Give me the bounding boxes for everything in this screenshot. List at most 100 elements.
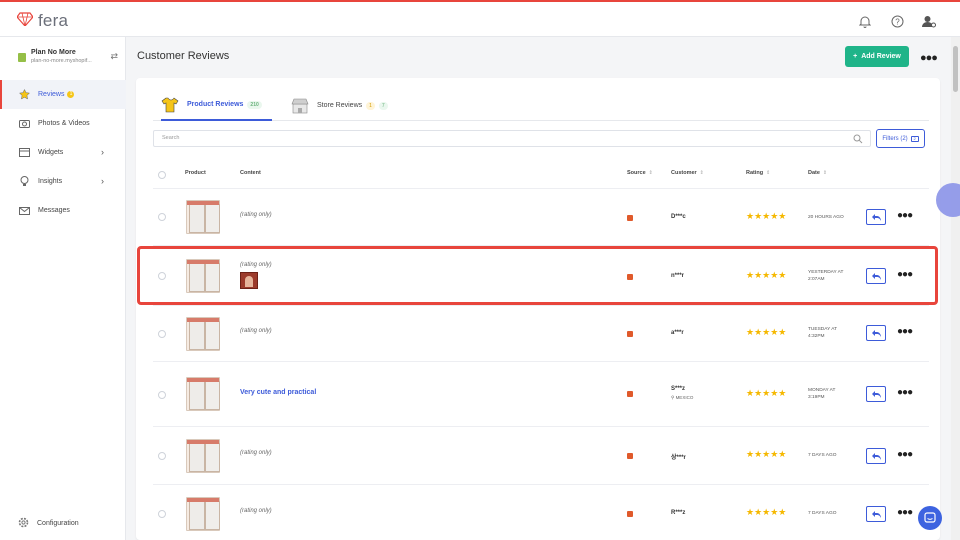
product-thumbnail[interactable] (186, 377, 220, 411)
tshirt-icon (161, 97, 179, 112)
tab-store-reviews[interactable]: Store Reviews 1 7 (291, 90, 388, 121)
shopify-source-icon (627, 215, 633, 221)
row-checkbox[interactable] (158, 452, 166, 460)
review-tabs: Product Reviews 210 Store Reviews 1 7 (153, 90, 929, 121)
filters-count: 2 (910, 135, 919, 142)
swap-icon[interactable]: ⇄ (110, 51, 118, 62)
scrollbar-track[interactable] (951, 37, 960, 540)
help-icon[interactable]: ? (888, 12, 906, 30)
header-date-label: Date (808, 170, 820, 176)
search-icon[interactable] (853, 134, 863, 144)
more-options-icon[interactable]: ●●● (920, 52, 938, 64)
header-rating[interactable]: Rating ⇕ (746, 170, 770, 176)
rating-stars: ★★★★★ (746, 211, 787, 221)
chevron-right-icon: › (101, 147, 104, 157)
header-rating-label: Rating (746, 170, 764, 176)
add-review-label: Add Review (861, 53, 901, 60)
row-checkbox[interactable] (158, 510, 166, 518)
reply-button[interactable] (866, 448, 886, 464)
sort-icon: ⇕ (648, 170, 653, 176)
review-content: (rating only) (240, 508, 272, 514)
row-checkbox[interactable] (158, 330, 166, 338)
row-more-icon[interactable]: ●●● (897, 387, 913, 398)
sidebar-item-label: Photos & Videos (38, 120, 90, 127)
date-line: 7 DAYS AGO (808, 511, 837, 516)
review-content: (rating only) (240, 212, 272, 218)
reply-icon (871, 510, 881, 518)
reply-button[interactable] (866, 209, 886, 225)
sidebar-item-configuration[interactable]: Configuration (18, 517, 79, 530)
product-thumbnail[interactable] (186, 317, 220, 351)
row-more-icon[interactable]: ●●● (897, 507, 913, 518)
customer-name[interactable]: 상***r (671, 452, 686, 461)
table-header: Product Content Source ⇕ Customer ⇕ Rating… (153, 162, 929, 189)
search-input[interactable]: Search (153, 130, 871, 147)
fera-logo[interactable]: fera (16, 11, 68, 31)
sidebar-item-messages[interactable]: Messages (0, 196, 126, 225)
product-thumbnail[interactable] (186, 439, 220, 473)
chevron-right-icon: › (101, 176, 104, 186)
sidebar-item-photos-videos[interactable]: Photos & Videos (0, 109, 126, 138)
product-thumbnail[interactable] (186, 200, 220, 234)
tab-label: Store Reviews (317, 102, 363, 109)
store-switcher[interactable]: Plan No More plan-no-more.myshopif... ⇄ (18, 49, 120, 71)
table-row[interactable]: Very cute and practical S***z ⚲ MEXICO ★… (153, 362, 929, 427)
bell-icon[interactable] (856, 12, 874, 30)
shopify-bag-icon (18, 53, 26, 62)
row-checkbox[interactable] (158, 391, 166, 399)
sidebar-item-insights[interactable]: Insights › (0, 167, 126, 196)
review-date: 7 DAYS AGO (808, 452, 836, 459)
customer-name[interactable]: D***c (671, 214, 686, 220)
plus-icon: + (853, 53, 858, 60)
reply-button[interactable] (866, 386, 886, 402)
customer-name[interactable]: a***r (671, 330, 684, 336)
chat-button[interactable] (918, 506, 942, 530)
sidebar-item-widgets[interactable]: Widgets › (0, 138, 126, 167)
review-date: TUESDAY AT 4:32PM (808, 326, 837, 340)
tab-count: 7 (378, 101, 388, 110)
customer-name[interactable]: R***z (671, 510, 685, 516)
user-account-icon[interactable] (920, 12, 938, 30)
review-content[interactable]: Very cute and practical (240, 389, 316, 396)
reply-icon (871, 452, 881, 460)
shopify-source-icon (627, 511, 633, 517)
customer-name[interactable]: S***z (671, 386, 685, 392)
sidebar-nav: Reviews 1 Photos & Videos Widgets › Insi… (0, 80, 126, 225)
row-more-icon[interactable]: ●●● (897, 449, 913, 460)
sort-icon: ⇕ (766, 170, 771, 176)
reply-button[interactable] (866, 325, 886, 341)
header-customer-label: Customer (671, 170, 697, 176)
sidebar-item-reviews[interactable]: Reviews 1 (0, 80, 126, 109)
header-source[interactable]: Source ⇕ (627, 170, 653, 176)
tab-product-reviews[interactable]: Product Reviews 210 (161, 90, 272, 121)
rating-stars: ★★★★★ (746, 327, 787, 337)
table-row[interactable]: (rating only) D***c ★★★★★ 20 HOURS AGO ●… (153, 189, 929, 246)
reply-button[interactable] (866, 506, 886, 522)
table-row[interactable]: (rating only) R***z ★★★★★ 7 DAYS AGO ●●● (153, 485, 929, 540)
scrollbar-thumb[interactable] (953, 46, 958, 92)
header-customer[interactable]: Customer ⇕ (671, 170, 704, 176)
date-line: 3:19PM (808, 395, 825, 400)
row-checkbox[interactable] (158, 213, 166, 221)
storefront-icon (291, 98, 309, 113)
row-more-icon[interactable]: ●●● (897, 210, 913, 221)
product-thumbnail[interactable] (186, 497, 220, 531)
date-line: 7 DAYS AGO (808, 453, 837, 458)
widget-icon (19, 147, 30, 158)
sidebar: Plan No More plan-no-more.myshopif... ⇄ … (0, 37, 126, 540)
sidebar-item-label: Messages (38, 207, 70, 214)
select-all-checkbox[interactable] (158, 171, 166, 179)
review-content: (rating only) (240, 328, 272, 334)
header-date[interactable]: Date ⇕ (808, 170, 827, 176)
header-product: Product (185, 170, 206, 176)
table-row[interactable]: (rating only) a***r ★★★★★ TUESDAY AT 4:32… (153, 306, 929, 362)
row-more-icon[interactable]: ●●● (897, 326, 913, 337)
add-review-button[interactable]: + Add Review (845, 46, 909, 67)
shopify-source-icon (627, 331, 633, 337)
table-row[interactable]: (rating only) 상***r ★★★★★ 7 DAYS AGO ●●● (153, 427, 929, 485)
tab-count: 210 (247, 100, 262, 109)
filters-button[interactable]: Filters (2) 2 (876, 129, 925, 148)
review-date: 7 DAYS AGO (808, 510, 836, 517)
lightbulb-icon (19, 176, 30, 187)
rating-stars: ★★★★★ (746, 388, 787, 398)
